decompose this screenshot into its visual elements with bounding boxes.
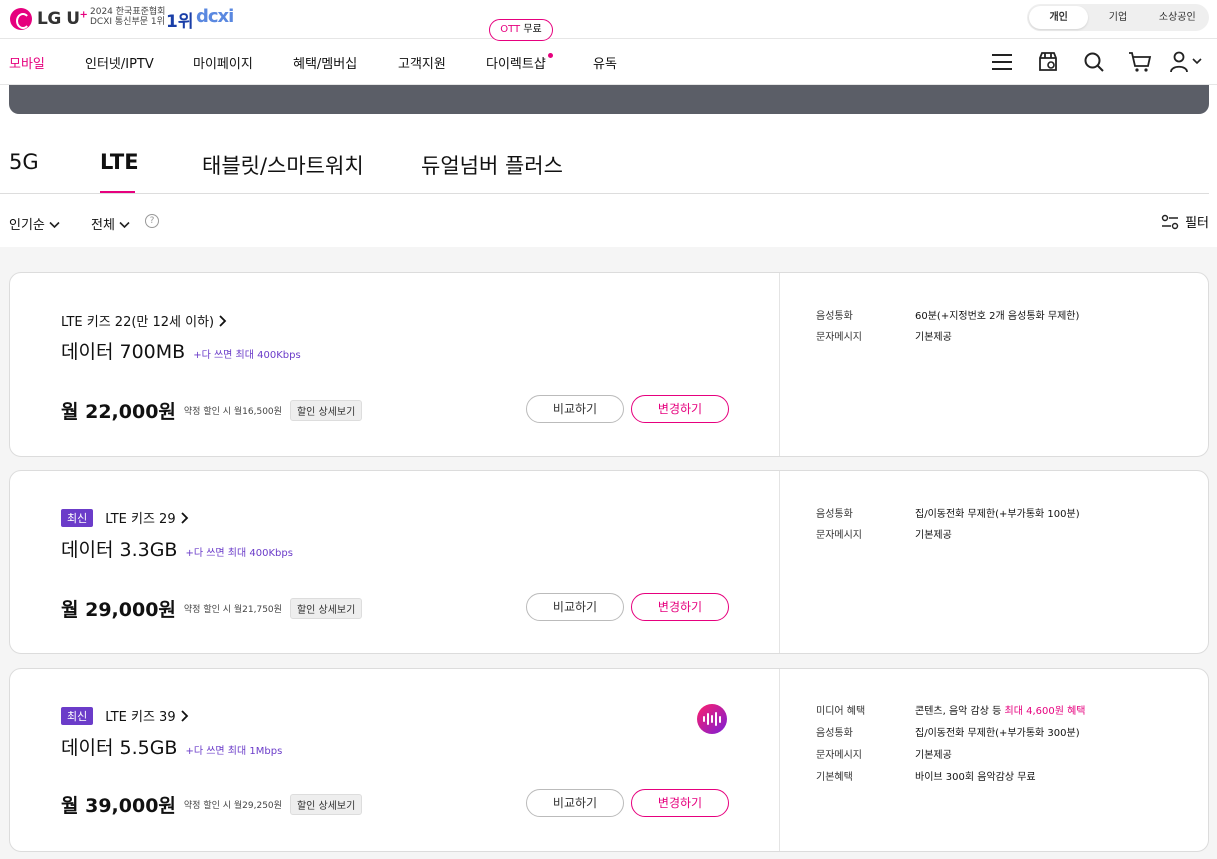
monthly-price: 월 29,000원 (61, 599, 176, 621)
cart-icon[interactable] (1117, 50, 1163, 74)
sort-dropdown[interactable]: 인기순 (9, 214, 60, 233)
discount-detail-button[interactable]: 할인 상세보기 (289, 598, 363, 619)
data-extra: +다 쓰면 최대 1Mbps (185, 746, 283, 757)
plan-name-link[interactable]: 최신 LTE 키즈 39 (61, 706, 189, 725)
compare-button[interactable]: 비교하기 (526, 395, 624, 423)
award-text: 2024 한국표준협회 DCXI 통신부문 1위 (90, 7, 166, 27)
nav-udok[interactable]: 유독 (593, 53, 617, 72)
help-icon[interactable]: ? (145, 214, 159, 228)
nav-mobile[interactable]: 모바일 (9, 53, 45, 72)
store-icon[interactable] (1025, 50, 1071, 74)
tab-dual-number[interactable]: 듀얼넘버 플러스 (421, 150, 563, 180)
customer-type-switch: 개인 기업 소상공인 (1027, 4, 1209, 31)
chevron-right-icon (180, 709, 188, 722)
menu-icon[interactable] (979, 50, 1025, 74)
lg-logo-icon (10, 8, 32, 30)
monthly-price: 월 39,000원 (61, 795, 176, 817)
data-extra: +다 쓰면 최대 400Kbps (185, 548, 293, 559)
lgu-logo[interactable]: LG U+ (10, 8, 88, 30)
user-icon[interactable] (1163, 50, 1209, 74)
new-dot (548, 53, 553, 58)
discount-detail-button[interactable]: 할인 상세보기 (289, 794, 363, 815)
award-rank: 1위 (166, 12, 194, 32)
chevron-right-icon (180, 511, 188, 524)
change-plan-button[interactable]: 변경하기 (631, 593, 729, 621)
monthly-price: 월 22,000원 (61, 401, 176, 423)
tab-lte[interactable]: LTE (100, 150, 139, 174)
promo-banner[interactable] (9, 85, 1209, 114)
compare-button[interactable]: 비교하기 (526, 789, 624, 817)
plan-card: LTE 키즈 22(만 12세 이하) 데이터 700MB +다 쓰면 최대 4… (9, 272, 1209, 457)
segment-business[interactable]: 기업 (1088, 6, 1147, 29)
utility-bar: LG U+ 2024 한국표준협회 DCXI 통신부문 1위 1위 dcxi 개… (0, 0, 1217, 39)
chevron-right-icon (219, 314, 227, 327)
plan-name-link[interactable]: LTE 키즈 22(만 12세 이하) (61, 311, 227, 330)
discount-price: 약정 할인 시 월16,500원 (183, 407, 282, 417)
chevron-down-icon (49, 221, 60, 229)
change-plan-button[interactable]: 변경하기 (631, 789, 729, 817)
active-tab-indicator (100, 191, 135, 193)
filter-bar: 인기순 전체 ? 필터 (0, 195, 1217, 247)
plan-name-link[interactable]: 최신 LTE 키즈 29 (61, 508, 189, 527)
segment-small-business[interactable]: 소상공인 (1148, 6, 1207, 29)
change-plan-button[interactable]: 변경하기 (631, 395, 729, 423)
discount-price: 약정 할인 시 월21,750원 (183, 605, 282, 615)
plan-card: 최신 LTE 키즈 39 데이터 5.5GB +다 쓰면 최대 1Mbps 월 … (9, 668, 1209, 852)
chevron-down-icon (119, 221, 130, 229)
segment-personal[interactable]: 개인 (1029, 6, 1089, 29)
nav-benefits[interactable]: 혜택/멤버십 (293, 53, 357, 72)
gnb-icon-group (979, 50, 1209, 74)
compare-button[interactable]: 비교하기 (526, 593, 624, 621)
nav-mypage[interactable]: 마이페이지 (193, 53, 253, 72)
plan-category-tabs: 5G LTE 태블릿/스마트워치 듀얼넘버 플러스 (0, 114, 1209, 194)
new-badge: 최신 (61, 508, 94, 527)
tab-tablet-watch[interactable]: 태블릿/스마트워치 (202, 150, 364, 180)
data-extra: +다 쓰면 최대 400Kbps (193, 350, 301, 361)
data-amount: 데이터 5.5GB (61, 737, 178, 759)
vibe-app-icon (697, 704, 727, 734)
data-amount: 데이터 700MB (61, 341, 186, 363)
discount-detail-button[interactable]: 할인 상세보기 (289, 400, 363, 421)
filter-button[interactable]: 필터 (1161, 212, 1209, 231)
nav-direct-shop[interactable]: 다이렉트샵 (486, 53, 546, 72)
discount-price: 약정 할인 시 월29,250원 (183, 801, 282, 811)
search-icon[interactable] (1071, 50, 1117, 74)
nav-internet-iptv[interactable]: 인터넷/IPTV (85, 53, 154, 72)
tab-5g[interactable]: 5G (9, 150, 39, 174)
filter-icon (1161, 214, 1179, 229)
dcxi-logo: dcxi (196, 6, 234, 27)
nav-support[interactable]: 고객지원 (398, 53, 446, 72)
scope-dropdown[interactable]: 전체 (91, 214, 130, 233)
plan-card: 최신 LTE 키즈 29 데이터 3.3GB +다 쓰면 최대 400Kbps … (9, 470, 1209, 654)
new-badge: 최신 (61, 706, 94, 725)
ott-free-bubble: OTT 무료 (489, 19, 553, 41)
data-amount: 데이터 3.3GB (61, 539, 178, 561)
